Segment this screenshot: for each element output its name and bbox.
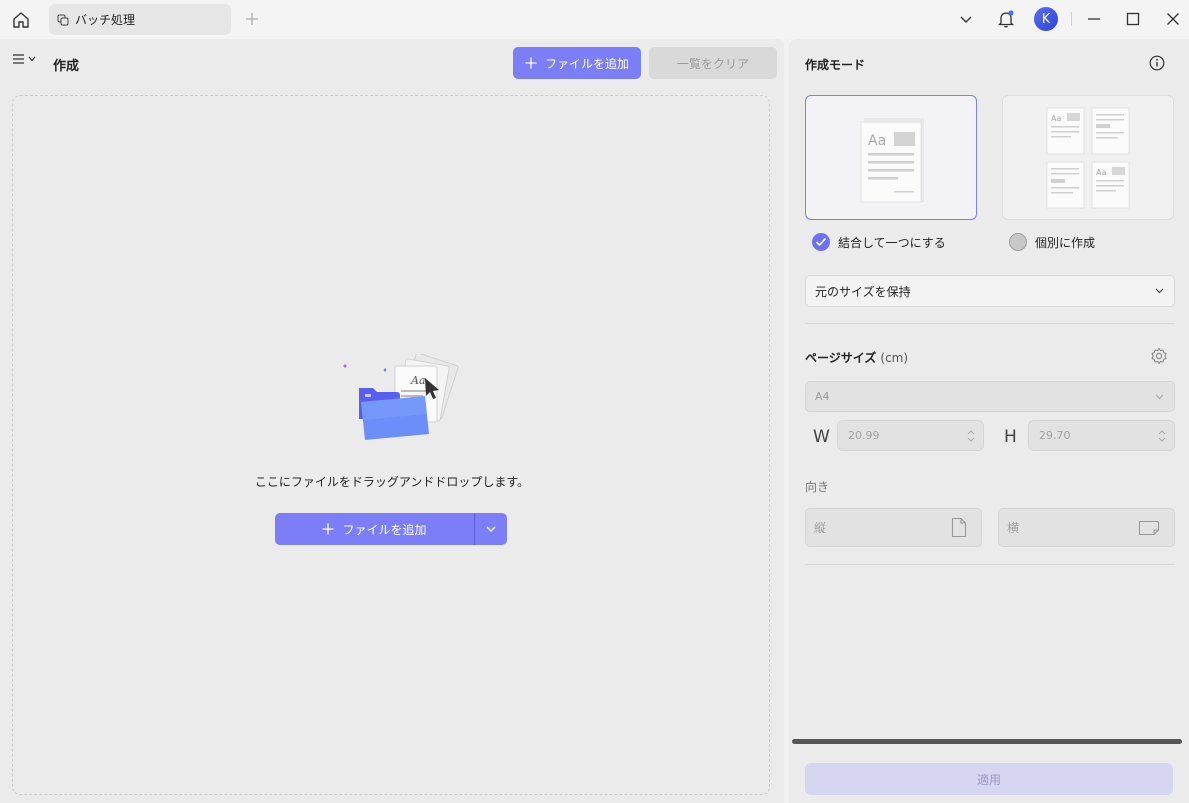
size-select-value: 元のサイズを保持 bbox=[815, 284, 911, 299]
radio-combine-label: 結合して一つにする bbox=[838, 235, 946, 250]
folder-illustration: Aa bbox=[341, 352, 461, 454]
landscape-button[interactable]: 横 bbox=[998, 508, 1175, 547]
tab-batch[interactable]: バッチ処理 bbox=[49, 4, 231, 35]
clear-list-button[interactable]: 一覧をクリア bbox=[649, 47, 777, 79]
landscape-label: 横 bbox=[1007, 521, 1020, 535]
portrait-button[interactable]: 縦 bbox=[805, 508, 982, 547]
divider bbox=[805, 564, 1175, 565]
orientation-label: 向き bbox=[805, 480, 830, 494]
radio-individual-label: 個別に作成 bbox=[1035, 235, 1096, 250]
left-header: 作成 ファイルを追加 一覧をクリア bbox=[0, 39, 784, 87]
checkmark-icon[interactable] bbox=[812, 233, 830, 251]
svg-text:Aa: Aa bbox=[1096, 168, 1106, 177]
home-icon[interactable] bbox=[8, 7, 34, 33]
horizontal-scrollbar[interactable] bbox=[792, 739, 1182, 744]
add-file-label: ファイルを追加 bbox=[544, 56, 629, 71]
close-icon[interactable] bbox=[1162, 6, 1184, 32]
tab-label: バッチ処理 bbox=[75, 13, 136, 27]
height-letter: H bbox=[1004, 427, 1017, 447]
info-icon[interactable] bbox=[1147, 53, 1167, 73]
combine-preview-icon: Aa bbox=[860, 118, 924, 203]
chevron-down-icon bbox=[28, 56, 36, 62]
mode-card-individual[interactable]: Aa Aa bbox=[1002, 95, 1174, 220]
spinner-icon[interactable] bbox=[967, 429, 975, 442]
width-letter: W bbox=[813, 427, 830, 447]
individual-preview-icon: Aa Aa bbox=[1046, 107, 1130, 209]
radio-individual[interactable]: 個別に作成 bbox=[1009, 233, 1095, 251]
chevron-down-icon[interactable] bbox=[955, 6, 977, 32]
clear-list-label: 一覧をクリア bbox=[676, 56, 749, 71]
add-file-split-button: ファイルを追加 bbox=[275, 513, 507, 545]
size-select[interactable]: 元のサイズを保持 bbox=[805, 275, 1175, 307]
paper-size-select[interactable]: A4 bbox=[805, 381, 1175, 412]
divider bbox=[805, 323, 1175, 324]
left-panel: 作成 ファイルを追加 一覧をクリア Aa ここにファイルをドラッグアンドドロップ… bbox=[0, 39, 784, 803]
svg-text:Aa: Aa bbox=[1051, 114, 1061, 123]
radio-unchecked-icon[interactable] bbox=[1009, 233, 1027, 251]
chevron-down-icon bbox=[1155, 288, 1164, 294]
gear-icon[interactable] bbox=[1149, 346, 1169, 366]
height-input[interactable]: 29.70 bbox=[1028, 420, 1175, 451]
drop-zone[interactable]: Aa ここにファイルをドラッグアンドドロップします。 ファイルを追加 bbox=[12, 95, 770, 795]
page-title: 作成 bbox=[53, 59, 80, 74]
add-file-main-label: ファイルを追加 bbox=[342, 522, 427, 537]
width-input[interactable]: 20.99 bbox=[837, 420, 984, 451]
height-value: 29.70 bbox=[1039, 429, 1071, 442]
portrait-page-icon bbox=[951, 517, 967, 538]
svg-text:Aa: Aa bbox=[410, 374, 426, 387]
spinner-icon[interactable] bbox=[1158, 429, 1166, 442]
bell-icon[interactable] bbox=[995, 6, 1017, 32]
title-separator bbox=[1071, 12, 1072, 26]
menu-button[interactable] bbox=[12, 53, 36, 65]
add-file-button-top[interactable]: ファイルを追加 bbox=[513, 47, 641, 79]
mode-card-combine[interactable]: Aa bbox=[805, 95, 977, 220]
apply-label: 適用 bbox=[976, 772, 1001, 787]
radio-combine[interactable]: 結合して一つにする bbox=[812, 233, 946, 251]
paper-size-value: A4 bbox=[815, 390, 830, 403]
width-value: 20.99 bbox=[848, 429, 880, 442]
page-size-heading: ページサイズ (cm) bbox=[805, 349, 908, 366]
page-size-unit: (cm) bbox=[880, 351, 909, 365]
maximize-icon[interactable] bbox=[1122, 6, 1144, 32]
landscape-page-icon bbox=[1138, 520, 1160, 535]
chevron-down-icon bbox=[1155, 394, 1164, 399]
user-avatar[interactable]: K bbox=[1034, 6, 1058, 32]
title-bar: バッチ処理 K bbox=[0, 0, 1189, 39]
new-tab-button[interactable] bbox=[241, 8, 263, 30]
apply-button[interactable]: 適用 bbox=[805, 763, 1173, 795]
drop-hint-text: ここにファイルをドラッグアンドドロップします。 bbox=[254, 475, 530, 489]
plus-icon bbox=[525, 57, 537, 69]
batch-icon bbox=[57, 13, 71, 27]
avatar: K bbox=[1034, 7, 1058, 31]
portrait-label: 縦 bbox=[814, 521, 827, 535]
add-file-button[interactable]: ファイルを追加 bbox=[275, 513, 474, 545]
add-file-dropdown-button[interactable] bbox=[475, 513, 507, 545]
mode-title: 作成モード bbox=[805, 58, 866, 72]
right-panel: 作成モード Aa Aa Aa 結合して一つにする 個別に作成 元のサイズを保持 … bbox=[789, 39, 1189, 803]
chevron-down-icon bbox=[486, 526, 496, 532]
hamburger-icon bbox=[13, 54, 24, 64]
plus-icon bbox=[322, 523, 334, 535]
minimize-icon[interactable] bbox=[1083, 6, 1105, 32]
page-size-label: ページサイズ bbox=[805, 351, 877, 365]
svg-text:Aa: Aa bbox=[868, 133, 886, 149]
